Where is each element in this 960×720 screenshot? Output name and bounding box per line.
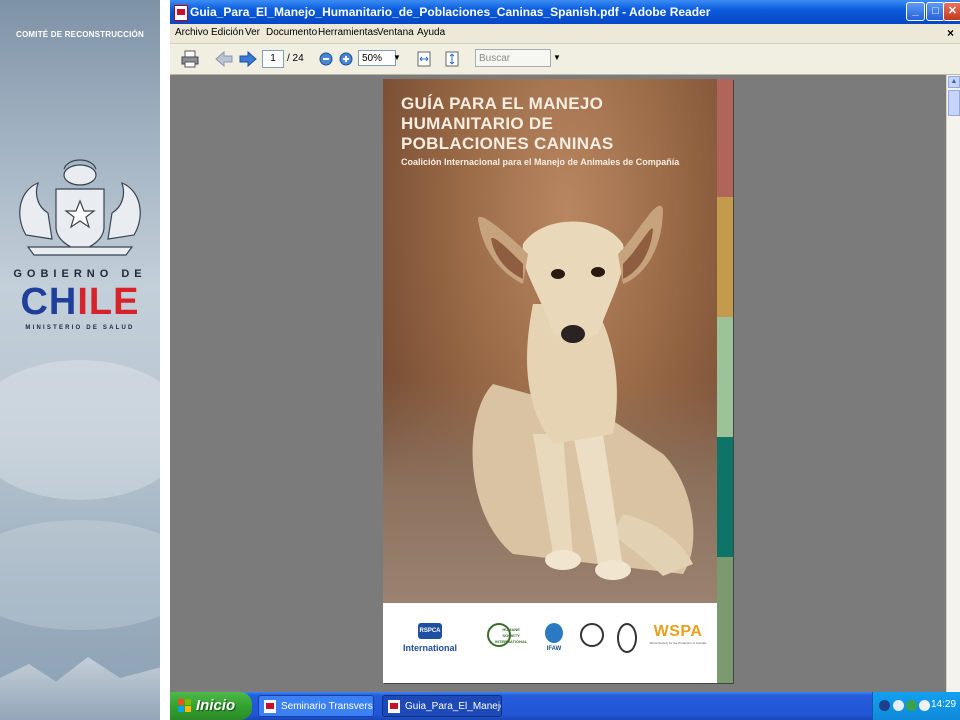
document-title-line: GUÍA PARA EL MANEJO	[401, 94, 604, 113]
document-title-line: HUMANITARIO DE	[401, 114, 554, 133]
menu-documento[interactable]: Documento	[266, 27, 317, 38]
document-viewer[interactable]: GUÍA PARA EL MANEJO HUMANITARIO DE POBLA…	[170, 75, 946, 692]
clock: 14:29	[931, 699, 957, 710]
start-label: Inicio	[196, 697, 236, 714]
menu-ayuda[interactable]: Ayuda	[417, 27, 445, 38]
banner-cloud	[0, 360, 160, 500]
menu-bar: Archivo Edición Ver Documento Herramient…	[170, 24, 960, 44]
banner-mountains	[0, 657, 160, 720]
next-page-icon[interactable]	[238, 50, 258, 68]
toolbar: 1 / 24 50% ▼ Buscar ▼	[170, 44, 960, 75]
color-stripes	[717, 79, 733, 683]
document-subtitle: Coalición Internacional para el Manejo d…	[401, 157, 680, 167]
taskbar: Inicio Seminario Transversa... Guia_Para…	[170, 692, 960, 720]
print-icon[interactable]	[180, 50, 200, 68]
hsi-logo: HUMANE SOCIETY INTERNATIONAL	[467, 623, 527, 654]
menu-ventana[interactable]: Ventana	[377, 27, 414, 38]
menu-ver[interactable]: Ver	[245, 27, 260, 38]
taskbar-item-label: Guia_Para_El_Manejo...	[405, 701, 501, 712]
pdf-page: GUÍA PARA EL MANEJO HUMANITARIO DE POBLA…	[383, 79, 733, 683]
partner-logos: RSPCA International HUMANE SOCIETY INTER…	[383, 603, 717, 683]
ministerio-label: MINISTERIO DE SALUD	[25, 325, 135, 331]
wspa-text: WSPA	[653, 623, 703, 640]
minimize-button[interactable]: _	[906, 2, 925, 21]
color-stripe	[717, 557, 733, 683]
page-total-label: / 24	[287, 53, 304, 64]
tray-icon[interactable]	[879, 700, 890, 711]
circular-seal-logo	[579, 623, 605, 647]
color-stripe	[717, 197, 733, 317]
chile-logo-part-red: ILE	[77, 281, 140, 323]
rspca-text: International	[402, 643, 457, 653]
color-stripe	[717, 79, 733, 197]
close-button[interactable]: ✕	[943, 2, 960, 21]
windows-flag-icon	[178, 699, 191, 712]
ifaw-logo: IFAW	[539, 623, 569, 652]
zoom-in-icon[interactable]	[338, 50, 354, 68]
menu-edicion[interactable]: Edición	[211, 27, 244, 38]
adobe-reader-window: Guia_Para_El_Manejo_Humanitario_de_Pobla…	[170, 0, 960, 692]
bluetooth-icon[interactable]	[893, 700, 904, 711]
scroll-up-arrow-icon[interactable]: ▲	[948, 76, 960, 88]
menu-herramientas[interactable]: Herramientas	[318, 27, 378, 38]
chile-logo-part-blue: CH	[20, 281, 78, 323]
taskbar-item-guia[interactable]: Guia_Para_El_Manejo...	[382, 695, 502, 717]
oval-seal-icon	[617, 623, 637, 653]
taskbar-item-seminario[interactable]: Seminario Transversa...	[258, 695, 374, 717]
zoom-out-icon[interactable]	[318, 50, 334, 68]
taskbar-item-label: Seminario Transversa...	[281, 701, 373, 712]
chile-coat-of-arms-icon	[19, 159, 141, 256]
rspca-badge: RSPCA	[418, 623, 442, 639]
hsi-text: HUMANE SOCIETY INTERNATIONAL	[495, 627, 528, 644]
previous-page-icon[interactable]	[214, 50, 234, 68]
document-close-icon[interactable]: ×	[947, 26, 954, 40]
document-title-line: POBLACIONES CANINAS	[401, 134, 614, 153]
side-banner: COMITÉ DE RECONSTRUCCIÓN GOBIERNO DE CHI…	[0, 0, 160, 720]
dog-illustration	[472, 205, 694, 580]
network-icon[interactable]	[906, 700, 917, 711]
page-number-input[interactable]: 1	[262, 50, 284, 68]
zoom-level-select[interactable]: 50%	[358, 50, 396, 66]
window-title: Guia_Para_El_Manejo_Humanitario_de_Pobla…	[190, 5, 711, 19]
menu-archivo[interactable]: Archivo	[175, 27, 208, 38]
fit-width-icon[interactable]	[444, 50, 460, 68]
seal-icon	[580, 623, 604, 647]
committee-label: COMITÉ DE RECONSTRUCCIÓN	[16, 30, 144, 39]
wspa-subtext: World Society for the Protection of Anim…	[649, 641, 707, 645]
document-title: GUÍA PARA EL MANEJO HUMANITARIO DE POBLA…	[401, 94, 614, 154]
color-stripe	[717, 317, 733, 437]
color-stripe	[717, 437, 733, 557]
vertical-scrollbar[interactable]: ▲	[946, 75, 960, 692]
scroll-thumb[interactable]	[948, 90, 960, 116]
rspca-logo: RSPCA International	[397, 623, 463, 653]
gobierno-label: GOBIERNO DE	[13, 268, 147, 280]
search-dropdown-arrow-icon[interactable]: ▼	[552, 50, 562, 66]
pdf-app-icon	[174, 5, 188, 21]
pdf-file-icon	[264, 700, 276, 713]
zoom-dropdown-arrow-icon[interactable]: ▼	[392, 50, 402, 66]
chile-logo-text: CHILE	[0, 280, 160, 324]
system-tray: 14:29	[872, 692, 960, 720]
wspa-logo: WSPA World Society for the Protection of…	[647, 623, 709, 645]
oval-seal-logo	[615, 623, 639, 653]
search-input[interactable]: Buscar	[475, 49, 551, 67]
banner-cloud	[0, 520, 160, 630]
fit-page-icon[interactable]	[416, 50, 432, 68]
ifaw-text: IFAW	[546, 646, 562, 652]
pdf-file-icon	[388, 700, 400, 713]
start-button[interactable]: Inicio	[170, 692, 252, 720]
ifaw-globe-icon	[545, 623, 563, 643]
title-bar[interactable]: Guia_Para_El_Manejo_Humanitario_de_Pobla…	[170, 0, 960, 24]
volume-icon[interactable]	[919, 700, 930, 711]
